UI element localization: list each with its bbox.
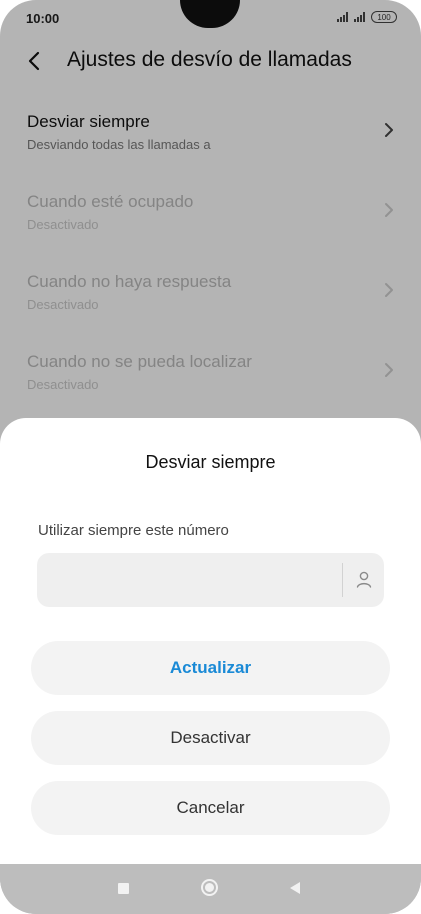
input-divider <box>342 563 343 597</box>
forward-number-input[interactable] <box>37 553 384 607</box>
phone-frame: 10:00 100 Ajustes de desvío de llamadas <box>0 0 421 914</box>
call-forwarding-settings-screen: 10:00 100 Ajustes de desvío de llamadas <box>0 0 421 914</box>
cancel-button[interactable]: Cancelar <box>31 781 390 835</box>
system-nav-bar <box>0 864 421 914</box>
contact-person-icon[interactable] <box>354 569 374 589</box>
number-field-label: Utilizar siempre este número <box>38 522 229 539</box>
dialog-title: Desviar siempre <box>145 452 276 472</box>
square-recent-apps-icon[interactable] <box>118 883 129 894</box>
triangle-back-icon[interactable] <box>290 882 300 894</box>
circle-home-icon[interactable] <box>201 879 218 896</box>
forward-dialog-sheet: Desviar siempre Utilizar siempre este nú… <box>0 418 421 864</box>
disable-button[interactable]: Desactivar <box>31 711 390 765</box>
update-button[interactable]: Actualizar <box>31 641 390 695</box>
